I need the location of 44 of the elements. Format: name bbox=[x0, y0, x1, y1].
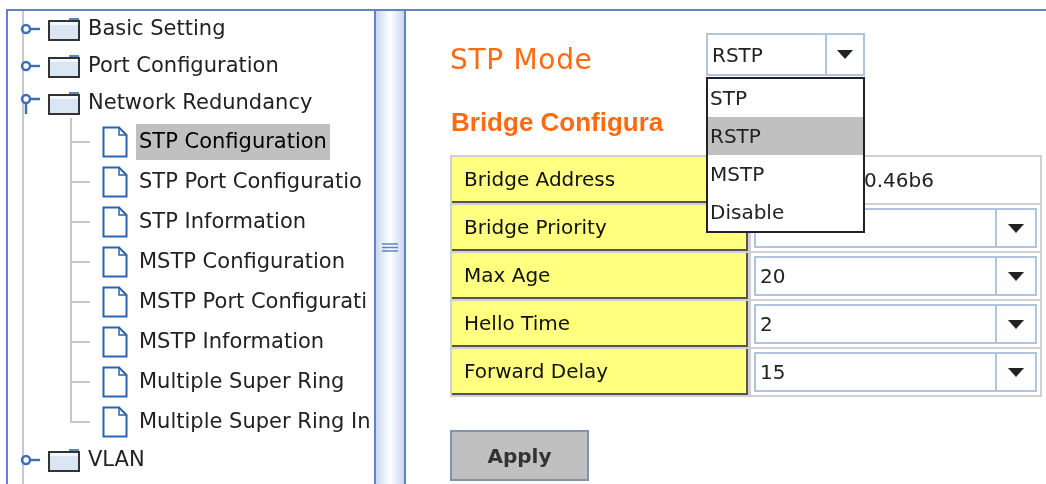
folder-icon bbox=[48, 448, 80, 472]
caret-icon bbox=[1008, 223, 1024, 233]
tree-item[interactable]: STP Port Configuratio bbox=[136, 164, 365, 200]
caret-icon bbox=[837, 50, 853, 59]
grip-icon bbox=[381, 243, 399, 252]
caret-icon bbox=[1008, 271, 1024, 281]
tree-item[interactable]: VLAN bbox=[86, 444, 147, 476]
document-icon bbox=[102, 126, 128, 158]
tree-item[interactable]: Basic Setting bbox=[86, 13, 228, 45]
tree-item[interactable]: MSTP Configuration bbox=[136, 244, 349, 280]
document-icon bbox=[102, 326, 128, 358]
value-dropdown[interactable]: 2 bbox=[754, 304, 1037, 344]
bridge-address-value: 0.46b6 bbox=[864, 167, 934, 194]
folder-icon bbox=[48, 17, 80, 41]
splitter[interactable] bbox=[374, 11, 406, 484]
stp-mode-dropdown[interactable]: RSTP bbox=[706, 33, 865, 76]
field-label: Max Age bbox=[452, 253, 748, 299]
document-icon bbox=[102, 286, 128, 318]
tree-item[interactable]: Port Configuration bbox=[86, 50, 281, 82]
section-title: Bridge Configura bbox=[451, 106, 664, 139]
caret-icon bbox=[1008, 319, 1024, 329]
value-dropdown[interactable]: 20 bbox=[754, 256, 1037, 296]
section-title: STP Mode bbox=[450, 42, 593, 78]
dropdown-option[interactable]: RSTP bbox=[708, 117, 863, 155]
apply-button[interactable]: Apply bbox=[450, 430, 589, 481]
tree-item[interactable]: MSTP Port Configurati bbox=[136, 284, 371, 320]
document-icon bbox=[102, 246, 128, 278]
document-icon bbox=[102, 366, 128, 398]
document-icon bbox=[102, 166, 128, 198]
folder-icon bbox=[48, 54, 80, 78]
tree-item[interactable]: Multiple Super Ring bbox=[136, 364, 348, 400]
document-icon bbox=[102, 406, 128, 438]
tree-item[interactable]: MSTP Information bbox=[136, 324, 328, 360]
tree-item[interactable]: Network Redundancy bbox=[86, 87, 315, 119]
caret-icon bbox=[1008, 367, 1024, 377]
expanded-handle-icon[interactable] bbox=[20, 92, 42, 114]
document-icon bbox=[102, 206, 128, 238]
tree-item[interactable]: STP Information bbox=[136, 204, 310, 240]
folder-icon bbox=[48, 91, 80, 115]
tree-item[interactable]: STP Configuration bbox=[136, 124, 330, 160]
field-label: Hello Time bbox=[452, 301, 748, 347]
tree-item[interactable]: Multiple Super Ring In bbox=[136, 404, 374, 440]
field-label: Forward Delay bbox=[452, 349, 748, 395]
value-dropdown[interactable]: 15 bbox=[754, 352, 1037, 392]
